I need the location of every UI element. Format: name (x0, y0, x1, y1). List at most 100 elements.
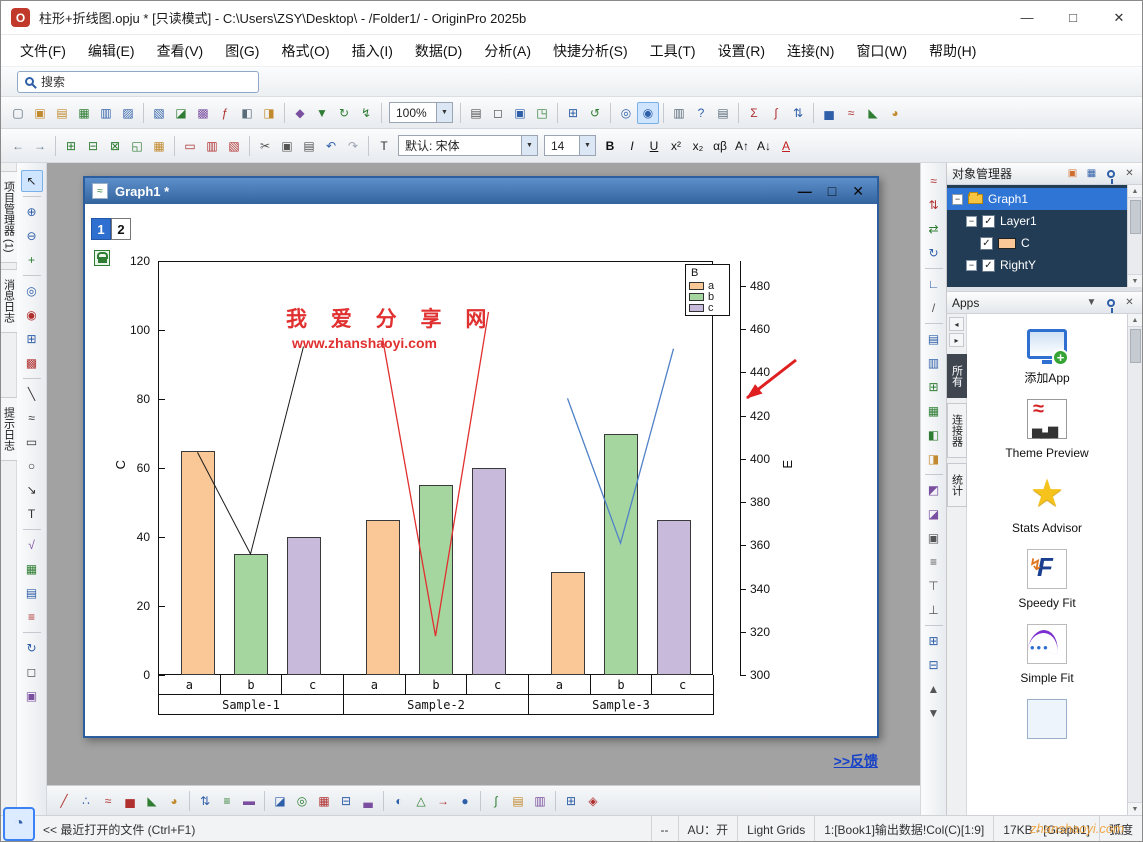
close-button[interactable]: ✕ (1096, 1, 1142, 34)
zoom-in-tool-icon[interactable]: ⊕ (21, 201, 43, 223)
log-scale-icon[interactable]: ∟ (923, 273, 945, 295)
om-filter-icon[interactable]: ▣ (1065, 166, 1080, 181)
app-item-theme-preview[interactable]: ▅▃▆≈Theme Preview (967, 397, 1127, 461)
om-close-icon[interactable]: ✕ (1122, 166, 1137, 181)
color-palette-icon[interactable]: ≡ (21, 606, 43, 628)
menu-view[interactable]: 查看(V) (146, 35, 215, 66)
add-inset-graph-icon[interactable]: ◱ (126, 135, 148, 157)
menu-graph[interactable]: 图(G) (214, 35, 270, 66)
collapse-icon[interactable]: − (966, 216, 977, 227)
plot-pie-icon[interactable]: ◕ (163, 790, 185, 812)
object-manager-scrollbar[interactable]: ▲ ▼ (1127, 185, 1142, 287)
exchange-xy-icon[interactable]: ⇄ (923, 218, 945, 240)
font-combo[interactable]: 默认: 宋体▼ (398, 135, 538, 156)
underline-icon[interactable]: U (643, 135, 665, 157)
cut-icon[interactable]: ✂ (254, 135, 276, 157)
pie-plot-icon[interactable]: ◕ (884, 102, 906, 124)
data-reader-icon[interactable]: ◉ (21, 304, 43, 326)
reimport-icon[interactable]: ↻ (333, 102, 355, 124)
area-plot-icon[interactable]: ◣ (862, 102, 884, 124)
forward-icon[interactable]: → (29, 135, 51, 157)
zoom-combo[interactable]: 100%▼ (389, 102, 453, 123)
project-explorer-icon[interactable]: ▥ (668, 102, 690, 124)
app-item-simple-fit[interactable]: •••Simple Fit (967, 622, 1127, 686)
find-in-project-icon[interactable]: ◉ (637, 102, 659, 124)
bar-Sample-3-a[interactable] (551, 572, 585, 676)
apps-dropdown-icon[interactable]: ▼ (1084, 295, 1099, 310)
sort-icon[interactable]: ⇅ (787, 102, 809, 124)
find-icon[interactable]: ◎ (615, 102, 637, 124)
import-wizard-icon[interactable]: ◆ (289, 102, 311, 124)
new-layout-icon[interactable]: ◧ (236, 102, 258, 124)
ungroup-objects-icon[interactable]: ⊟ (923, 654, 945, 676)
statistics-icon[interactable]: ∫ (765, 102, 787, 124)
plot-setup-icon[interactable]: ▥ (923, 352, 945, 374)
rectangle-tool-icon[interactable]: ▭ (21, 431, 43, 453)
plot-themes-icon[interactable]: ▥ (529, 790, 551, 812)
text-annotation-icon[interactable]: T (21, 503, 43, 525)
plot-template-library-icon[interactable]: ▤ (507, 790, 529, 812)
insert-worksheet-icon[interactable]: ▤ (21, 582, 43, 604)
new-workbook-icon[interactable]: ▧ (148, 102, 170, 124)
add-layer-icon[interactable]: ⊞ (60, 135, 82, 157)
menu-format[interactable]: 格式(O) (270, 35, 340, 66)
open-excel-icon[interactable]: ▦ (73, 102, 95, 124)
apps-tabs-scroll-right-icon[interactable]: ▸ (949, 333, 964, 347)
om-link-icon[interactable]: ▦ (1084, 166, 1099, 181)
visibility-checkbox-layer1[interactable]: ✓ (982, 215, 995, 228)
apps-tab-connectors[interactable]: 连接器 (947, 403, 967, 458)
recalculate-icon[interactable]: ↯ (355, 102, 377, 124)
scroll-down-icon[interactable]: ▼ (1128, 274, 1142, 287)
scroll-up-icon[interactable]: ▲ (1128, 185, 1142, 198)
align-bottom-icon[interactable]: ⊥ (923, 599, 945, 621)
send-back-icon[interactable]: ▼ (923, 702, 945, 724)
visibility-checkbox-plot-c[interactable]: ✓ (980, 237, 993, 250)
dropdown-arrow-icon[interactable]: ▼ (521, 136, 537, 155)
polyline-tool-icon[interactable]: ≈ (21, 407, 43, 429)
lock-icon[interactable] (94, 250, 110, 266)
align-left-icon[interactable]: ≡ (923, 551, 945, 573)
save-project-icon[interactable]: ▥ (95, 102, 117, 124)
new-notes-icon[interactable]: ◨ (258, 102, 280, 124)
plot-heatmap-icon[interactable]: ▦ (313, 790, 335, 812)
plot-histogram-icon[interactable]: ▃ (357, 790, 379, 812)
redo-icon[interactable]: ↷ (342, 135, 364, 157)
add-layer-right-icon[interactable]: ⊞ (923, 376, 945, 398)
duplicate-window-icon[interactable]: ⊞ (562, 102, 584, 124)
line-plot-icon[interactable]: ≈ (840, 102, 862, 124)
greek-icon[interactable]: αβ (709, 135, 731, 157)
graph-page-tab-1[interactable]: 1 (91, 218, 111, 240)
add-top-x-layer-icon[interactable]: ⊟ (82, 135, 104, 157)
menu-file[interactable]: 文件(F) (9, 35, 77, 66)
paste-icon[interactable]: ▤ (298, 135, 320, 157)
app-item-add-app[interactable]: +添加App (967, 322, 1127, 386)
fit-page-icon[interactable]: ◻ (21, 661, 43, 683)
plot-special-icon[interactable]: ◈ (582, 790, 604, 812)
recent-files-button[interactable]: ◔ (3, 807, 35, 841)
rescale-axes-icon[interactable]: ⇅ (923, 194, 945, 216)
bring-front-icon[interactable]: ▲ (923, 678, 945, 700)
extract-plots-icon[interactable]: ◪ (923, 503, 945, 525)
copy-page-icon[interactable]: ▣ (509, 102, 531, 124)
back-icon[interactable]: ← (7, 135, 29, 157)
plot-line-icon[interactable]: ╱ (53, 790, 75, 812)
ellipse-tool-icon[interactable]: ○ (21, 455, 43, 477)
new-legend-icon[interactable]: ▭ (179, 135, 201, 157)
draw-line-icon[interactable]: ╲ (21, 383, 43, 405)
quick-help-icon[interactable]: ? (690, 102, 712, 124)
equation-tool-icon[interactable]: √ (21, 534, 43, 556)
plot-contour-icon[interactable]: ◎ (291, 790, 313, 812)
import-ascii-icon[interactable]: ▼ (311, 102, 333, 124)
print-icon[interactable]: ▤ (465, 102, 487, 124)
plot-ternary-icon[interactable]: △ (410, 790, 432, 812)
undo-icon[interactable]: ↶ (320, 135, 342, 157)
graph-window-titlebar[interactable]: ≈ Graph1 * — □ ✕ (85, 178, 877, 204)
pan-tool-icon[interactable]: + (21, 249, 43, 271)
open-icon[interactable]: ▤ (51, 102, 73, 124)
apps-tab-all[interactable]: 所有 (947, 354, 967, 398)
scroll-thumb[interactable] (1130, 200, 1141, 234)
save-template-icon[interactable]: ▨ (117, 102, 139, 124)
color-scale-icon[interactable]: ▥ (201, 135, 223, 157)
bar-Sample-1-a[interactable] (181, 451, 215, 675)
graph-restore-button[interactable]: □ (828, 183, 836, 199)
